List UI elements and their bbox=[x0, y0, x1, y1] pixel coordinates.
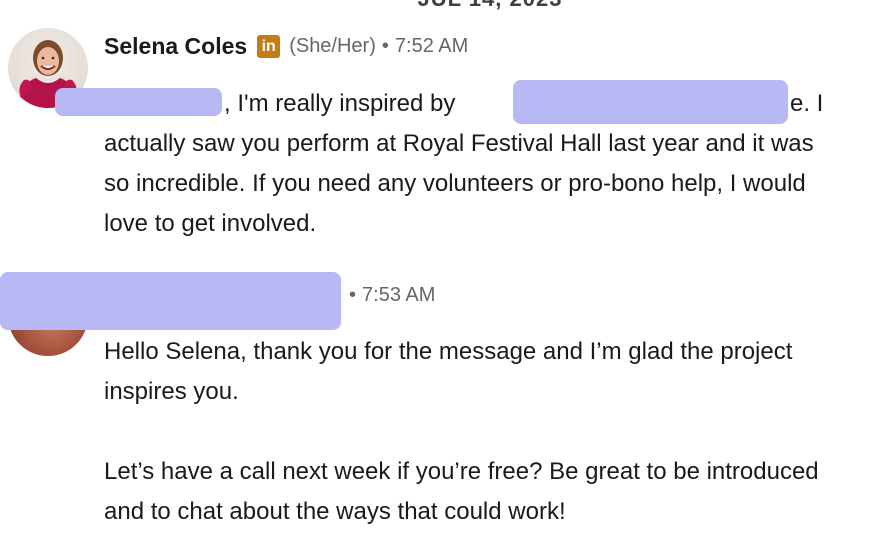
message-text-line: , I'm really inspired by bbox=[224, 90, 456, 117]
linkedin-icon: in bbox=[257, 35, 281, 58]
message-paragraph: Hello Selena, thank you for the message … bbox=[104, 338, 793, 405]
sender-name[interactable]: Selena Coles bbox=[104, 33, 247, 60]
date-header: JUL 14, 2023 bbox=[0, 0, 890, 12]
pronouns: (She/Her) bbox=[289, 35, 376, 57]
redacted-project-name bbox=[513, 80, 788, 124]
message-body: Hello Selena, thank you for the message … bbox=[104, 332, 864, 532]
message-paragraph: Let’s have a call next week if you’re fr… bbox=[104, 458, 819, 525]
message-header: • 7:53 AM bbox=[349, 284, 435, 307]
separator-dot: • bbox=[349, 284, 357, 306]
redacted-sender-name bbox=[0, 272, 341, 330]
redacted-name bbox=[55, 88, 222, 116]
message-header: Selena Coles in (She/Her) • 7:52 AM bbox=[104, 33, 468, 60]
message-text: actually saw you perform at Royal Festiv… bbox=[104, 130, 814, 237]
message-time: 7:52 AM bbox=[394, 35, 469, 57]
message-body: actually saw you perform at Royal Festiv… bbox=[104, 124, 844, 244]
message-time: 7:53 AM bbox=[362, 284, 436, 306]
separator-dot: • bbox=[381, 35, 389, 57]
message-text-line: e. I bbox=[790, 90, 824, 117]
